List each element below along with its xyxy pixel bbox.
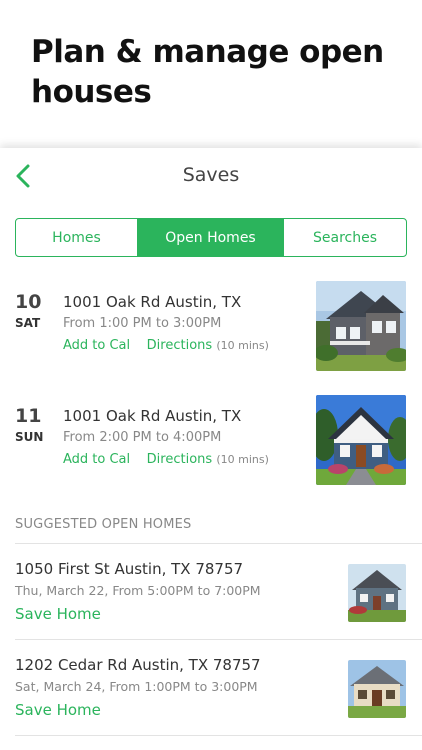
house-photo[interactable] bbox=[348, 564, 406, 622]
directions-link[interactable]: Directions bbox=[147, 452, 213, 467]
date-block: 10 SAT bbox=[15, 291, 55, 330]
day-number: 11 bbox=[15, 405, 42, 427]
open-home-actions: Add to Cal Directions (10 mins) bbox=[63, 338, 269, 353]
house-photo[interactable] bbox=[348, 660, 406, 718]
open-home-item[interactable]: 11 SUN 1001 Oak Rd Austin, TX From 2:00 … bbox=[0, 395, 422, 487]
day-number: 10 bbox=[15, 291, 42, 313]
suggested-time: Sat, March 24, From 1:00PM to 3:00PM bbox=[15, 679, 258, 694]
tab-open-homes[interactable]: Open Homes bbox=[138, 219, 284, 256]
add-to-cal-link[interactable]: Add to Cal bbox=[63, 452, 130, 467]
day-of-week: SUN bbox=[15, 430, 44, 444]
suggested-header: SUGGESTED OPEN HOMES bbox=[15, 517, 192, 532]
open-home-time: From 2:00 PM to 4:00PM bbox=[63, 430, 222, 445]
add-to-cal-link[interactable]: Add to Cal bbox=[63, 338, 130, 353]
tab-homes[interactable]: Homes bbox=[16, 219, 138, 256]
save-home-button[interactable]: Save Home bbox=[15, 701, 101, 719]
open-home-time: From 1:00 PM to 3:00PM bbox=[63, 316, 222, 331]
nav-bar: Saves bbox=[0, 148, 422, 204]
suggested-address: 1050 First St Austin, TX 78757 bbox=[15, 560, 244, 578]
save-home-button[interactable]: Save Home bbox=[15, 605, 101, 623]
travel-duration: (10 mins) bbox=[216, 453, 269, 466]
directions-link[interactable]: Directions bbox=[147, 338, 213, 353]
travel-duration: (10 mins) bbox=[216, 339, 269, 352]
promo-banner: Plan & manage open houses bbox=[0, 0, 422, 148]
day-of-week: SAT bbox=[15, 316, 41, 330]
house-photo[interactable] bbox=[316, 281, 406, 371]
tab-searches[interactable]: Searches bbox=[284, 219, 406, 256]
saves-screen: Saves Homes Open Homes Searches 10 SAT 1… bbox=[0, 148, 422, 750]
page-title: Saves bbox=[182, 164, 240, 186]
house-photo[interactable] bbox=[316, 395, 406, 485]
open-home-address: 1001 Oak Rd Austin, TX bbox=[63, 407, 242, 425]
suggested-time: Thu, March 22, From 5:00PM to 7:00PM bbox=[15, 583, 261, 598]
open-home-item[interactable]: 10 SAT 1001 Oak Rd Austin, TX From 1:00 … bbox=[0, 281, 422, 373]
suggested-item[interactable]: 1202 Cedar Rd Austin, TX 78757 Sat, Marc… bbox=[0, 640, 422, 736]
divider bbox=[15, 735, 422, 736]
segmented-control: Homes Open Homes Searches bbox=[15, 218, 407, 257]
date-block: 11 SUN bbox=[15, 405, 55, 444]
promo-title: Plan & manage open houses bbox=[31, 34, 384, 110]
open-home-address: 1001 Oak Rd Austin, TX bbox=[63, 293, 242, 311]
suggested-item[interactable]: 1050 First St Austin, TX 78757 Thu, Marc… bbox=[0, 544, 422, 640]
open-home-actions: Add to Cal Directions (10 mins) bbox=[63, 452, 269, 467]
suggested-address: 1202 Cedar Rd Austin, TX 78757 bbox=[15, 656, 261, 674]
